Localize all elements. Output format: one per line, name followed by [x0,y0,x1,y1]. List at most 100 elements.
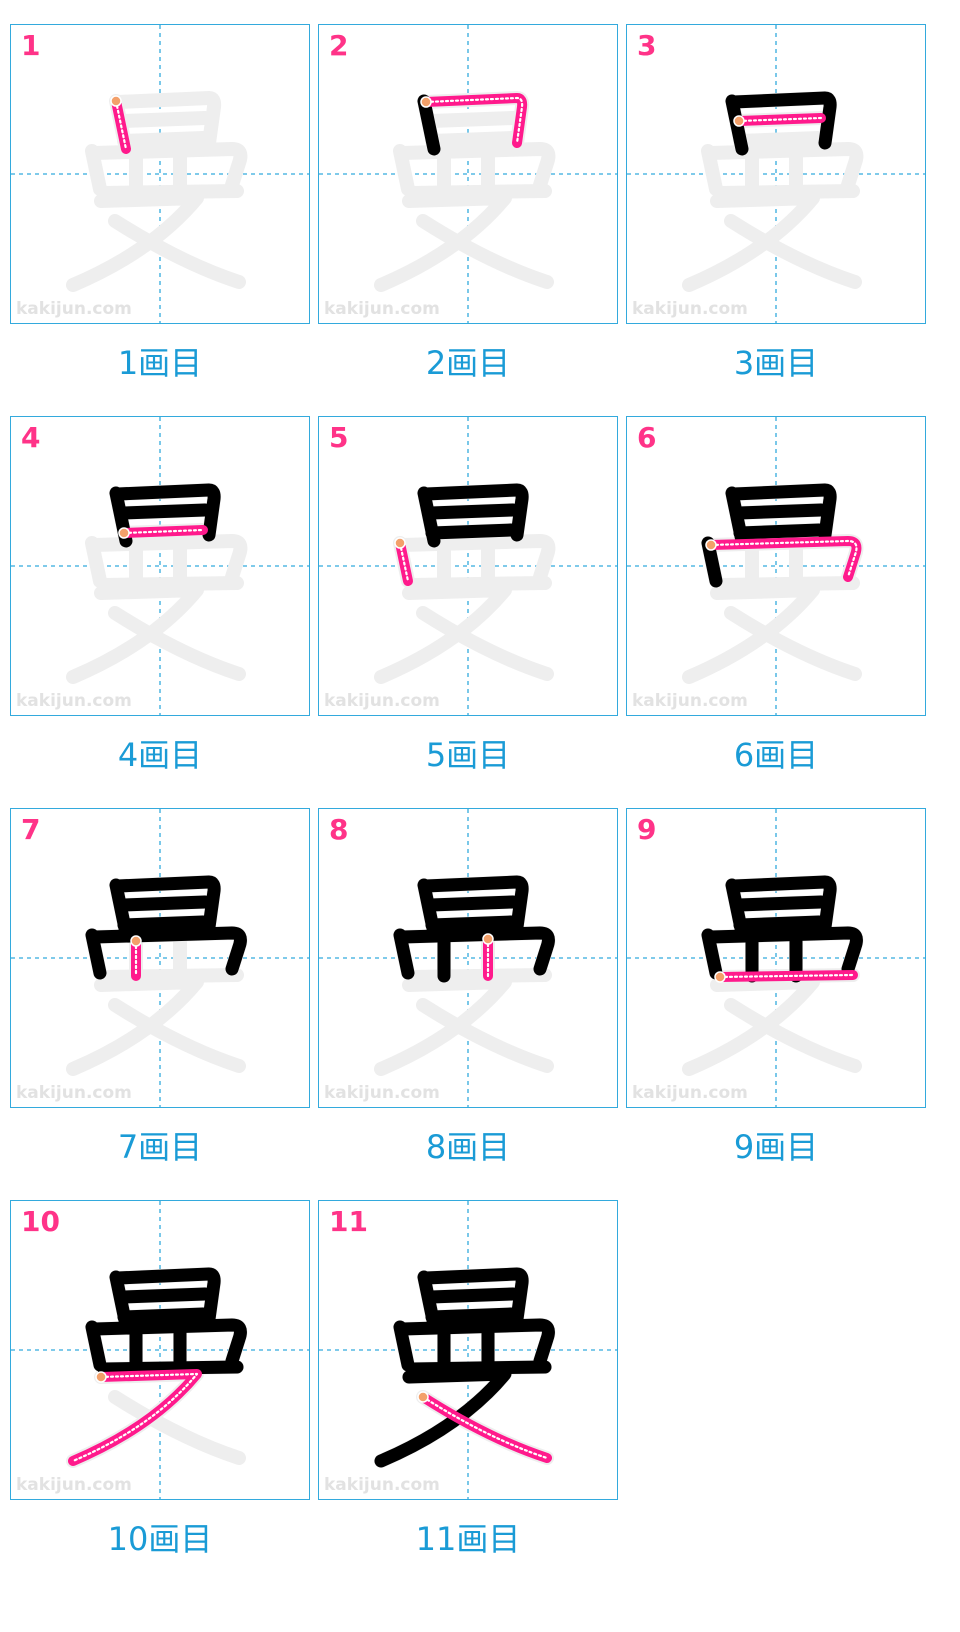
practice-box: 2 kakijun.com [318,24,618,324]
step-caption: 7画目 [117,1128,203,1166]
completed-stroke [116,895,212,912]
watermark: kakijun.com [324,1475,440,1495]
stroke-step-cell: 11 kakijun.com 11画目 [318,1200,618,1558]
stroke-start-marker [110,95,122,107]
step-caption: 2画目 [425,344,511,382]
watermark: kakijun.com [324,691,440,711]
step-caption: 5画目 [425,736,511,774]
step-number: 5 [329,421,349,454]
ghost-stroke [682,191,820,292]
stroke-start-marker [733,115,745,127]
step-number: 2 [329,29,349,62]
stroke-start-marker [417,1391,429,1403]
completed-stroke [425,915,518,932]
completed-stroke [732,503,828,520]
ghost-stroke [424,111,520,128]
step-caption: 3画目 [733,344,819,382]
completed-stroke [733,523,826,540]
completed-stroke [374,1367,512,1468]
practice-box: 4 kakijun.com [10,416,310,716]
completed-stroke [733,915,826,932]
stroke-start-marker [394,537,406,549]
character-drawing [627,417,925,715]
character-drawing [11,1201,309,1499]
completed-stroke [424,1287,520,1304]
completed-stroke [732,895,828,912]
ghost-stroke [116,111,212,128]
stroke-step-cell: 6 kakijun.com 6画目 [626,416,926,774]
ghost-stroke [396,534,556,584]
ghost-stroke [374,975,512,1076]
practice-box: 6 kakijun.com [626,416,926,716]
watermark: kakijun.com [16,691,132,711]
current-stroke [68,1369,202,1466]
practice-box: 7 kakijun.com [10,808,310,1108]
stroke-start-marker [118,527,130,539]
ghost-stroke [425,131,518,148]
completed-stroke [396,1318,555,1368]
step-number: 3 [637,29,657,62]
stroke-start-marker [705,539,717,551]
completed-stroke [396,926,555,976]
stroke-start-marker [420,96,432,108]
watermark: kakijun.com [324,1083,440,1103]
step-number: 6 [637,421,657,454]
watermark: kakijun.com [16,1475,132,1495]
practice-box: 9 kakijun.com [626,808,926,1108]
practice-box: 8 kakijun.com [318,808,618,1108]
character-drawing [319,417,617,715]
step-caption: 4画目 [117,736,203,774]
step-number: 11 [329,1205,368,1238]
watermark: kakijun.com [16,1083,132,1103]
practice-box: 11 kakijun.com [318,1200,618,1500]
step-caption: 9画目 [733,1128,819,1166]
character-drawing [319,25,617,323]
stroke-step-cell: 9 kakijun.com 9画目 [626,808,926,1166]
completed-stroke [116,1287,212,1304]
stroke-step-cell: 3 kakijun.com 3画目 [626,24,926,382]
character-drawing [11,417,309,715]
stroke-step-cell: 4 kakijun.com 4画目 [10,416,310,774]
character-drawing [627,25,925,323]
character-drawing [11,25,309,323]
ghost-stroke [374,583,512,684]
practice-box: 10 kakijun.com [10,1200,310,1500]
completed-stroke [117,915,210,932]
stroke-start-marker [130,935,142,947]
completed-stroke [424,895,520,912]
stroke-start-marker [714,971,726,983]
stroke-step-cell: 10 kakijun.com 10画目 [10,1200,310,1558]
step-caption: 1画目 [117,344,203,382]
step-caption: 8画目 [425,1128,511,1166]
step-number: 4 [21,421,41,454]
stroke-start-marker [95,1371,107,1383]
watermark: kakijun.com [16,299,132,319]
stroke-step-cell: 2 kakijun.com 2画目 [318,24,618,382]
completed-stroke [88,1318,247,1368]
character-drawing [11,809,309,1107]
step-number: 9 [637,813,657,846]
watermark: kakijun.com [632,691,748,711]
stroke-start-marker [482,933,494,945]
completed-stroke [117,1307,210,1324]
character-drawing [627,809,925,1107]
stroke-step-cell: 1 kakijun.com 1画目 [10,24,310,382]
ghost-stroke [704,142,864,192]
ghost-stroke [682,583,820,684]
step-number: 8 [329,813,349,846]
ghost-stroke [66,191,204,292]
character-drawing [319,1201,617,1499]
step-caption: 11画目 [415,1520,521,1558]
watermark: kakijun.com [632,1083,748,1103]
ghost-stroke [374,191,512,292]
step-number: 10 [21,1205,60,1238]
completed-stroke [88,926,247,976]
completed-stroke [704,926,863,976]
watermark: kakijun.com [324,299,440,319]
step-caption: 6画目 [733,736,819,774]
watermark: kakijun.com [632,299,748,319]
stroke-step-cell: 7 kakijun.com 7画目 [10,808,310,1166]
stroke-step-cell: 5 kakijun.com 5画目 [318,416,618,774]
completed-stroke [97,1360,244,1376]
ghost-stroke [117,131,210,148]
